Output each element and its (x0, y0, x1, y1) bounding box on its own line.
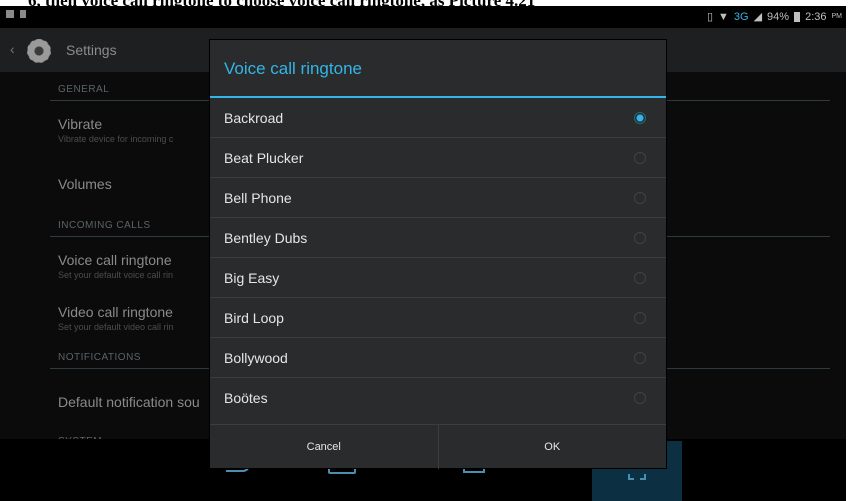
dialog-title: Voice call ringtone (224, 59, 362, 78)
radio-button[interactable] (634, 192, 646, 204)
vibrate-icon: ▯ (706, 11, 713, 23)
notification-icons (6, 10, 26, 18)
network-type-label: 3G (733, 10, 749, 23)
system-status: ▯ ▼ 3G ◢ 94% 2:36 PM (706, 10, 843, 24)
clock-ampm: PM (831, 13, 843, 20)
radio-button[interactable] (634, 352, 646, 364)
ringtone-option[interactable]: Bird Loop (210, 298, 666, 338)
ringtone-option[interactable]: Bell Phone (210, 178, 666, 218)
radio-button[interactable] (634, 272, 646, 284)
android-notification-icon (20, 10, 26, 18)
ringtone-option-label: Boötes (224, 390, 268, 406)
android-screen: ▯ ▼ 3G ◢ 94% 2:36 PM ‹ Settings GENERAL … (0, 6, 846, 501)
ringtone-option[interactable]: Beat Plucker (210, 138, 666, 178)
clock: 2:36 (805, 10, 827, 23)
radio-button[interactable] (634, 152, 646, 164)
ringtone-option-label: Bentley Dubs (224, 229, 308, 246)
ringtone-options-list[interactable]: Backroad Beat Plucker Bell Phone Bentley… (210, 98, 666, 418)
ringtone-option[interactable]: Big Easy (210, 258, 666, 298)
category-general: GENERAL (58, 84, 110, 95)
signal-icon: ◢ (753, 11, 763, 23)
category-incoming-calls: INCOMING CALLS (58, 220, 151, 231)
ringtone-option-label: Bird Loop (224, 309, 284, 326)
ringtone-option-label: Big Easy (224, 269, 280, 286)
category-notifications: NOTIFICATIONS (58, 352, 141, 363)
radio-button[interactable] (634, 392, 646, 404)
wifi-icon: ▼ (718, 10, 729, 23)
vibrate-summary: Vibrate device for incoming c (58, 134, 174, 144)
vibrate-title[interactable]: Vibrate (58, 116, 102, 132)
ringtone-option[interactable]: Boötes (210, 378, 666, 418)
ok-button[interactable]: OK (437, 425, 667, 469)
ringtone-option-label: Backroad (224, 109, 284, 126)
dialog-header: Voice call ringtone (210, 40, 666, 98)
voice-call-ringtone-title[interactable]: Voice call ringtone (58, 252, 172, 268)
ringtone-option[interactable]: Backroad (210, 98, 666, 138)
battery-percent: 94% (767, 10, 790, 23)
cancel-button[interactable]: Cancel (210, 425, 438, 469)
default-notification-sound-title[interactable]: Default notification sou (58, 394, 200, 410)
radio-button[interactable] (634, 312, 646, 324)
video-call-ringtone-summary: Set your default video call rin (58, 322, 174, 332)
ringtone-option[interactable]: Bollywood (210, 338, 666, 378)
status-bar: ▯ ▼ 3G ◢ 94% 2:36 PM (0, 6, 846, 28)
page-title: Settings (66, 42, 117, 58)
screenshot-notification-icon (6, 10, 14, 18)
volumes-title[interactable]: Volumes (58, 176, 112, 192)
ringtone-option[interactable]: Bentley Dubs (210, 218, 666, 258)
radio-button[interactable] (634, 232, 646, 244)
up-caret-icon[interactable]: ‹ (10, 41, 15, 57)
ringtone-option-label: Beat Plucker (224, 149, 304, 166)
battery-icon (794, 11, 801, 22)
radio-button-selected[interactable] (634, 112, 646, 124)
ringtone-dialog: Voice call ringtone Backroad Beat Plucke… (210, 40, 666, 469)
ringtone-option-label: Bell Phone (224, 189, 292, 206)
settings-gear-icon[interactable] (24, 36, 54, 66)
ringtone-option-label: Bollywood (224, 349, 288, 366)
dialog-button-bar: Cancel OK (210, 424, 666, 469)
video-call-ringtone-title[interactable]: Video call ringtone (58, 304, 173, 320)
voice-call-ringtone-summary: Set your default voice call rin (58, 270, 174, 280)
